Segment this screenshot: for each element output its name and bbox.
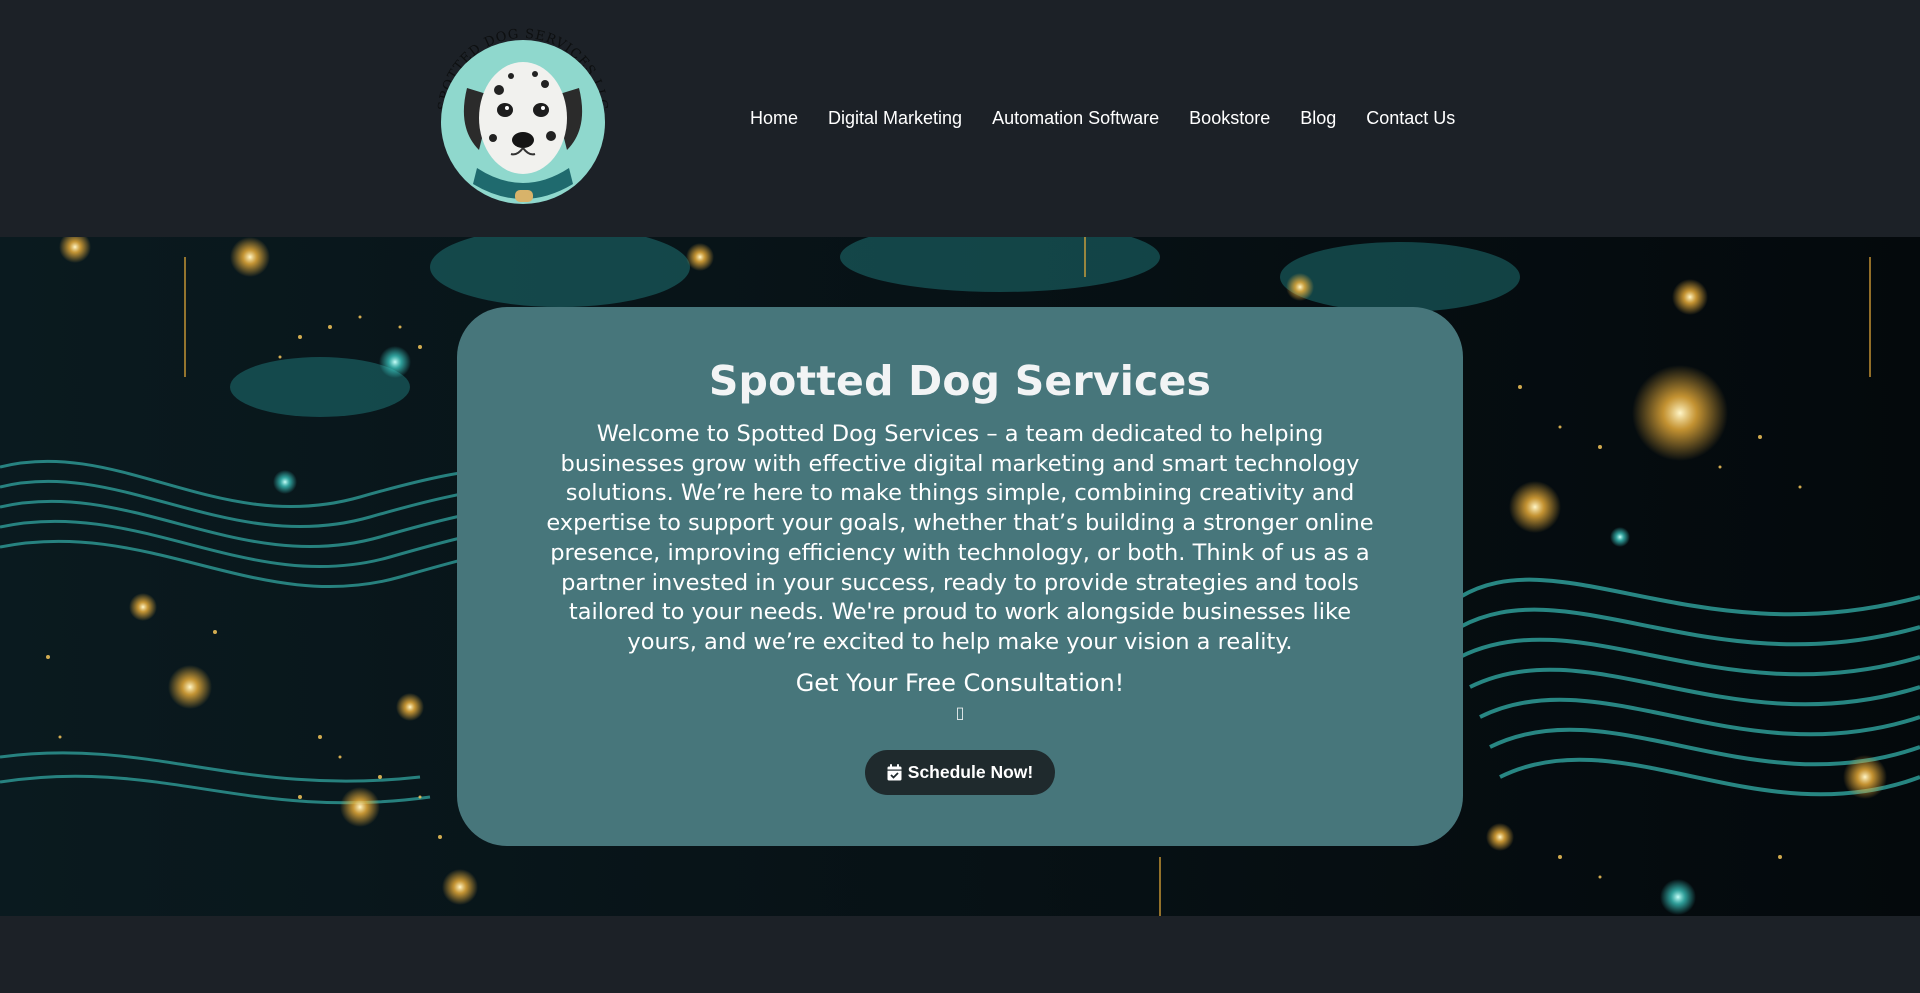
hero-section: Spotted Dog Services Welcome to Spotted … — [0, 237, 1920, 916]
nav-automation-software[interactable]: Automation Software — [977, 105, 1174, 131]
schedule-now-label: Schedule Now! — [907, 762, 1034, 782]
hero-title: Spotted Dog Services — [708, 357, 1212, 405]
nav-contact-us[interactable]: Contact Us — [1351, 105, 1470, 131]
calendar-check-icon — [887, 764, 902, 781]
nav-digital-marketing[interactable]: Digital Marketing — [813, 105, 977, 131]
site-logo[interactable]: SPOTTED DOG SERVICES LLC — [427, 18, 619, 210]
schedule-now-button[interactable]: Schedule Now! — [865, 750, 1055, 795]
missing-glyph-icon: ▯ — [955, 703, 965, 722]
main-nav: Home Digital Marketing Automation Softwa… — [750, 105, 1470, 131]
dalmatian-logo-icon: SPOTTED DOG SERVICES LLC — [436, 27, 609, 204]
nav-blog[interactable]: Blog — [1285, 105, 1351, 131]
hero-intro-text: Welcome to Spotted Dog Services – a team… — [546, 421, 1374, 655]
consultation-heading: Get Your Free Consultation! — [795, 669, 1125, 697]
site-header: SPOTTED DOG SERVICES LLC — [0, 0, 1920, 237]
hero-card: Spotted Dog Services Welcome to Spotted … — [457, 307, 1463, 846]
nav-home[interactable]: Home — [750, 105, 813, 131]
nav-bookstore[interactable]: Bookstore — [1174, 105, 1285, 131]
